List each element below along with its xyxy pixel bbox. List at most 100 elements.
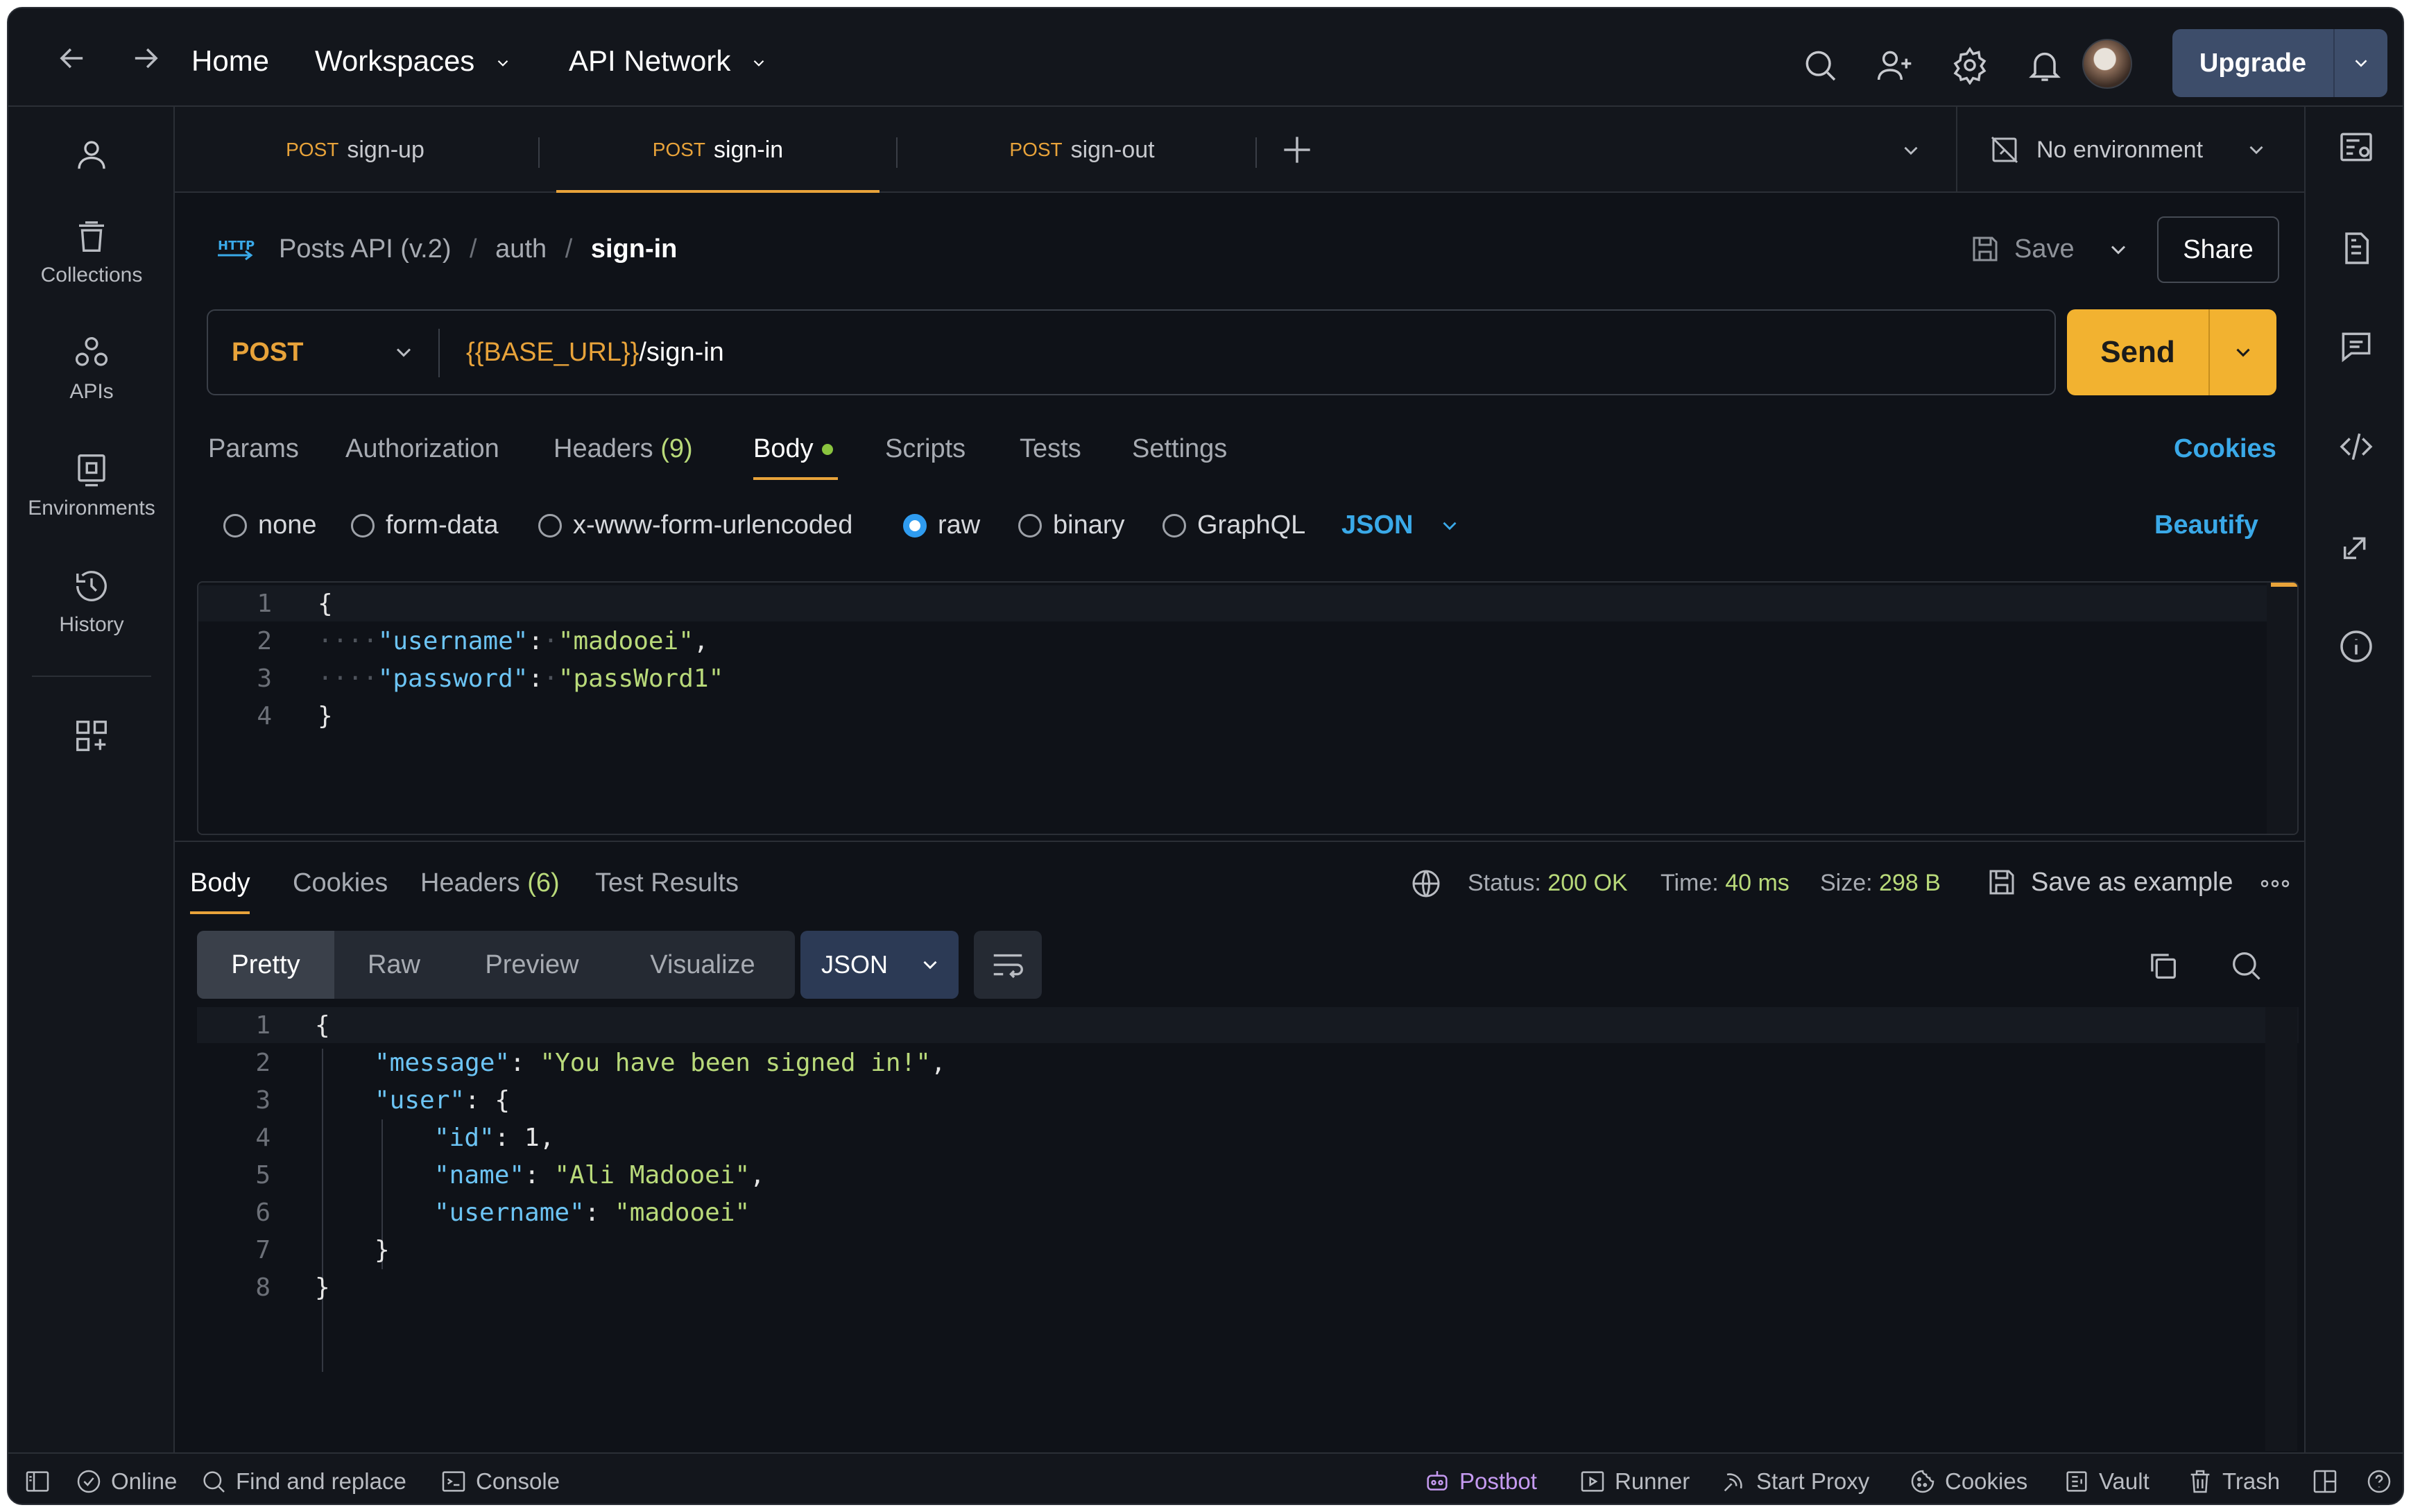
url-input[interactable]: {{BASE_URL}}/sign-in: [466, 311, 724, 394]
more-options-icon[interactable]: [2260, 874, 2290, 893]
tab-sign-up[interactable]: POST sign-up: [175, 107, 535, 193]
home-link[interactable]: Home: [191, 44, 269, 78]
sidebar-item-apis[interactable]: APIs: [8, 334, 175, 404]
request-body-editor[interactable]: 1 2 3 4 { ····"username":·"madooei", ···…: [197, 581, 2299, 835]
upgrade-button[interactable]: Upgrade: [2172, 29, 2387, 97]
save-as-example-button[interactable]: Save as example: [1985, 866, 2233, 899]
documentation-icon[interactable]: [2337, 229, 2376, 268]
view-preview-button[interactable]: Preview: [454, 931, 610, 999]
api-network-menu[interactable]: API Network: [569, 44, 768, 78]
breadcrumb-collection[interactable]: Posts API (v.2): [279, 234, 451, 264]
wrap-lines-icon[interactable]: [974, 931, 1042, 999]
method-select[interactable]: POST: [232, 311, 433, 394]
cookies-link[interactable]: Cookies: [2174, 434, 2276, 464]
environment-selector[interactable]: No environment: [1988, 133, 2268, 166]
workspaces-menu[interactable]: Workspaces: [315, 44, 512, 78]
sidebar-item-history[interactable]: History: [8, 567, 175, 637]
breadcrumb: Posts API (v.2) / auth / sign-in: [279, 234, 677, 264]
request-response-divider[interactable]: [175, 841, 2304, 842]
json-comma: ,: [930, 1049, 946, 1077]
layout-toggle-icon[interactable]: [2311, 1468, 2347, 1495]
new-tab-plus-icon[interactable]: [1278, 130, 1316, 169]
line-number: 5: [255, 1161, 271, 1189]
save-label: Save: [2014, 234, 2075, 264]
invite-user-icon[interactable]: [1876, 46, 1914, 85]
response-tab-cookies[interactable]: Cookies: [293, 868, 388, 898]
upgrade-label: Upgrade: [2172, 29, 2335, 97]
comments-icon[interactable]: [2337, 327, 2376, 366]
tab-scripts[interactable]: Scripts: [885, 434, 966, 464]
tab-params[interactable]: Params: [208, 434, 299, 464]
view-visualize-button[interactable]: Visualize: [610, 931, 795, 999]
code-icon[interactable]: [2337, 427, 2376, 466]
save-options-chevron-icon[interactable]: [2106, 237, 2131, 262]
send-options-chevron-icon[interactable]: [2210, 309, 2276, 395]
cookies-button[interactable]: Cookies: [1909, 1468, 2027, 1495]
start-proxy-button[interactable]: Start Proxy: [1720, 1468, 1869, 1495]
radio-urlencoded[interactable]: x-www-form-urlencoded: [538, 510, 852, 540]
tab-body[interactable]: Body: [753, 434, 833, 464]
tab-tests[interactable]: Tests: [1020, 434, 1081, 464]
bell-icon[interactable]: [2025, 46, 2064, 85]
copy-icon[interactable]: [2145, 947, 2181, 983]
tab-authorization[interactable]: Authorization: [345, 434, 499, 464]
environment-quick-look-icon[interactable]: [2337, 128, 2376, 166]
postbot-button[interactable]: Postbot: [1423, 1468, 1537, 1495]
workspace-user-icon[interactable]: [8, 136, 175, 182]
response-scrollbar[interactable]: [2265, 1007, 2297, 1451]
online-status[interactable]: Online: [75, 1468, 177, 1495]
response-time[interactable]: Time: 40 ms: [1661, 870, 1790, 897]
avatar[interactable]: [2082, 39, 2132, 89]
editor-scrollbar[interactable]: [2267, 583, 2297, 834]
back-arrow-icon[interactable]: [54, 40, 90, 76]
view-pretty-button[interactable]: Pretty: [197, 931, 334, 999]
body-format-select[interactable]: JSON: [1341, 510, 1461, 540]
trash-button[interactable]: Trash: [2186, 1468, 2280, 1495]
gear-icon[interactable]: [1950, 46, 1989, 85]
breadcrumb-request-name[interactable]: sign-in: [591, 234, 678, 264]
tab-sign-out[interactable]: POST sign-out: [910, 107, 1254, 193]
request-tabs-bar: POST sign-up POST sign-in POST sign-out …: [175, 107, 2311, 193]
radio-none[interactable]: none: [223, 510, 317, 540]
tab-sign-in[interactable]: POST sign-in: [556, 107, 880, 193]
view-raw-button[interactable]: Raw: [334, 931, 454, 999]
tabs-overflow-chevron-icon[interactable]: [1899, 139, 1923, 162]
response-tab-body[interactable]: Body: [190, 868, 250, 898]
toggle-sidebar-icon[interactable]: [24, 1468, 60, 1495]
radio-label: GraphQL: [1197, 510, 1306, 540]
breadcrumb-folder[interactable]: auth: [495, 234, 547, 264]
forward-arrow-icon[interactable]: [128, 40, 164, 76]
response-format-select[interactable]: JSON: [800, 931, 959, 999]
chevron-down-icon[interactable]: [2335, 29, 2387, 97]
share-button[interactable]: Share: [2157, 216, 2279, 283]
radio-graphql[interactable]: GraphQL: [1162, 510, 1305, 540]
tab-settings[interactable]: Settings: [1132, 434, 1227, 464]
response-tab-test-results[interactable]: Test Results: [595, 868, 739, 898]
globe-icon[interactable]: [1409, 867, 1443, 900]
radio-form-data[interactable]: form-data: [351, 510, 499, 540]
configure-sidebar-icon[interactable]: [8, 717, 175, 763]
response-body-viewer[interactable]: 1 2 3 4 5 6 7 8 { "message": "You have b…: [197, 1007, 2299, 1451]
console-button[interactable]: Console: [440, 1468, 560, 1495]
runner-button[interactable]: Runner: [1579, 1468, 1690, 1495]
sidebar-item-environments[interactable]: Environments: [8, 451, 175, 520]
response-size[interactable]: Size: 298 B: [1820, 870, 1941, 897]
search-response-icon[interactable]: [2228, 947, 2264, 983]
find-replace-button[interactable]: Find and replace: [200, 1468, 406, 1495]
tab-headers[interactable]: Headers (9): [554, 434, 693, 464]
save-button[interactable]: Save: [1968, 230, 2075, 268]
response-tab-headers[interactable]: Headers (6): [420, 868, 560, 898]
beautify-link[interactable]: Beautify: [2154, 510, 2258, 540]
sidebar-item-collections[interactable]: Collections: [8, 218, 175, 287]
status-value: 200 OK: [1547, 870, 1628, 896]
radio-raw[interactable]: raw: [903, 510, 980, 540]
radio-binary[interactable]: binary: [1018, 510, 1125, 540]
json-string: "madooei": [615, 1199, 750, 1227]
info-icon[interactable]: [2337, 627, 2376, 666]
help-icon[interactable]: [2365, 1468, 2401, 1495]
search-icon[interactable]: [1801, 46, 1839, 85]
vault-button[interactable]: Vault: [2063, 1468, 2150, 1495]
response-status[interactable]: Status: 200 OK: [1468, 870, 1628, 897]
related-collections-icon[interactable]: [2337, 527, 2376, 566]
send-button[interactable]: Send: [2067, 309, 2276, 395]
